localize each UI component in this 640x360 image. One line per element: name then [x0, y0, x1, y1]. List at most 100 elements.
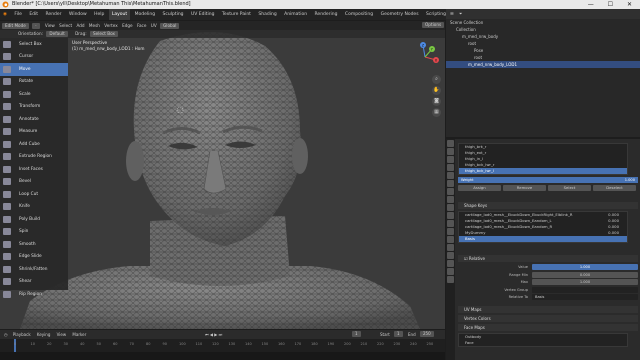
viewport-menu-face[interactable]: Face [137, 23, 146, 28]
properties-tab-icon[interactable] [447, 172, 454, 179]
menu-window[interactable]: Window [66, 9, 90, 20]
list-item[interactable]: thigh_bck_lwr_l [459, 168, 627, 174]
outliner-editor-icon[interactable]: ☰ [450, 11, 454, 16]
tool-poly-build[interactable]: Poly Build [0, 213, 68, 226]
tool-measure[interactable]: Measure [0, 126, 68, 139]
tool-shear[interactable]: Shear [0, 276, 68, 289]
tool-smooth[interactable]: Smooth [0, 238, 68, 251]
value-field[interactable]: 1.000 [532, 264, 638, 270]
properties-tab-icon[interactable] [447, 196, 454, 203]
tool-knife[interactable]: Knife [0, 201, 68, 214]
shape-keys-header[interactable]: Shape Keys [458, 202, 638, 209]
timeline-view-menu[interactable]: View [57, 332, 67, 337]
properties-tab-icon[interactable] [447, 260, 454, 267]
select-button[interactable]: Select [548, 185, 591, 191]
properties-tab-icon[interactable] [447, 204, 454, 211]
tab-rendering[interactable]: Rendering [312, 9, 341, 20]
playback-controls[interactable]: ⏮ ◀ ▶ ⏭ [205, 330, 222, 339]
tool-rip-region[interactable]: Rip Region [0, 288, 68, 301]
tool-extrude-region[interactable]: Extrude Region [0, 151, 68, 164]
tool-edge-slide[interactable]: Edge Slide [0, 251, 68, 264]
start-frame-field[interactable]: 1 [394, 331, 403, 337]
menu-render[interactable]: Render [43, 9, 65, 20]
current-frame-field[interactable]: 1 [352, 331, 361, 337]
tool-move[interactable]: Move [0, 63, 68, 76]
properties-tab-icon[interactable] [447, 164, 454, 171]
properties-tab-icon[interactable] [447, 148, 454, 155]
outliner-row[interactable]: Pose [446, 47, 640, 54]
grid-icon[interactable]: ▦ [432, 108, 441, 117]
camera-icon[interactable]: ◙ [432, 97, 441, 106]
tool-shrink-fatten[interactable]: Shrink/Fatten [0, 263, 68, 276]
properties-tab-icon[interactable] [447, 228, 454, 235]
properties-tab-icon[interactable] [447, 268, 454, 275]
blender-menu-icon[interactable]: ◉ [0, 9, 10, 20]
properties-tab-icon[interactable] [447, 140, 454, 147]
face-maps-list[interactable]: Outbody Face [458, 333, 628, 347]
properties-tab-icon[interactable] [447, 252, 454, 259]
viewport-menu-edge[interactable]: Edge [122, 23, 133, 28]
vertex-group-field[interactable] [532, 286, 638, 293]
tab-texture-paint[interactable]: Texture Paint [219, 9, 254, 20]
vertex-groups-list[interactable]: thigh_brk_r thigh_ext_r thigh_in_l thigh_bc… [458, 143, 628, 175]
deselect-button[interactable]: Deselect [593, 185, 636, 191]
playback-menu[interactable]: Playback [13, 332, 31, 337]
outliner-row[interactable]: m_med_nrw_body_LOD1 [446, 61, 640, 68]
tab-layout[interactable]: Layout [108, 9, 131, 20]
orientation-selector[interactable]: Default [46, 31, 68, 37]
tool-transform[interactable]: Transform [0, 101, 68, 114]
relative-to-field[interactable]: Basis [532, 294, 638, 300]
outliner-row[interactable]: root [446, 54, 640, 61]
tool-select-box[interactable]: Select Box [0, 38, 68, 51]
tab-modeling[interactable]: Modeling [132, 9, 158, 20]
menu-help[interactable]: Help [91, 9, 107, 20]
outliner-row[interactable]: m_med_nrw_body [446, 33, 640, 40]
relative-header[interactable]: ☑ Relative [458, 255, 638, 262]
outliner-row[interactable]: root [446, 40, 640, 47]
vertex-select-icon[interactable]: · [32, 23, 40, 29]
marker-menu[interactable]: Marker [72, 332, 86, 337]
tool-annotate[interactable]: Annotate [0, 113, 68, 126]
pan-hand-icon[interactable]: ✋ [432, 86, 441, 95]
face-maps-panel[interactable]: Face Maps [458, 324, 638, 331]
transform-orientation-selector[interactable]: Global [160, 23, 180, 29]
menu-edit[interactable]: Edit [26, 9, 41, 20]
drag-selector[interactable]: Select Box [90, 31, 119, 37]
weight-field[interactable]: Weight 1.000 [458, 177, 638, 183]
navigation-gizmo[interactable]: X Z Y [410, 42, 440, 72]
tab-animation[interactable]: Animation [281, 9, 310, 20]
max-field[interactable]: 1.000 [532, 279, 638, 285]
viewport-menu-select[interactable]: Select [59, 23, 72, 28]
viewport-menu-uv[interactable]: UV [151, 23, 157, 28]
tool-rotate[interactable]: Rotate [0, 76, 68, 89]
outliner-filter-icon[interactable]: ⏷ [459, 11, 462, 16]
tool-cursor[interactable]: Cursor [0, 51, 68, 64]
list-item[interactable]: Face [459, 340, 627, 346]
tab-compositing[interactable]: Compositing [342, 9, 376, 20]
vertex-colors-panel[interactable]: Vertex Colors [458, 315, 638, 322]
viewport-menu-add[interactable]: Add [76, 23, 84, 28]
properties-tab-icon[interactable] [447, 244, 454, 251]
tool-bevel[interactable]: Bevel [0, 176, 68, 189]
viewport-menu-mesh[interactable]: Mesh [89, 23, 100, 28]
assign-button[interactable]: Assign [458, 185, 501, 191]
viewport-menu-view[interactable]: View [45, 23, 55, 28]
outliner-row[interactable]: Collection [446, 26, 640, 33]
timeline-editor-icon[interactable]: ◷ [4, 332, 8, 337]
tool-spin[interactable]: Spin [0, 226, 68, 239]
mode-selector[interactable]: Edit Mode [2, 23, 29, 29]
viewport-menu-vertex[interactable]: Vertex [104, 23, 117, 28]
remove-button[interactable]: Remove [503, 185, 546, 191]
tab-uv-editing[interactable]: UV Editing [188, 9, 217, 20]
list-item[interactable]: Basis [459, 236, 627, 242]
tab-shading[interactable]: Shading [255, 9, 279, 20]
zoom-icon[interactable]: ⌕ [432, 75, 441, 84]
keying-menu[interactable]: Keying [37, 332, 50, 337]
window-controls[interactable]: — ☐ ✕ [588, 0, 638, 9]
end-frame-field[interactable]: 250 [420, 331, 434, 337]
properties-tab-icon[interactable] [447, 180, 454, 187]
properties-tab-icon[interactable] [447, 220, 454, 227]
tool-add-cube[interactable]: Add Cube [0, 138, 68, 151]
properties-tab-icon[interactable] [447, 188, 454, 195]
uv-maps-panel[interactable]: UV Maps [458, 306, 638, 313]
